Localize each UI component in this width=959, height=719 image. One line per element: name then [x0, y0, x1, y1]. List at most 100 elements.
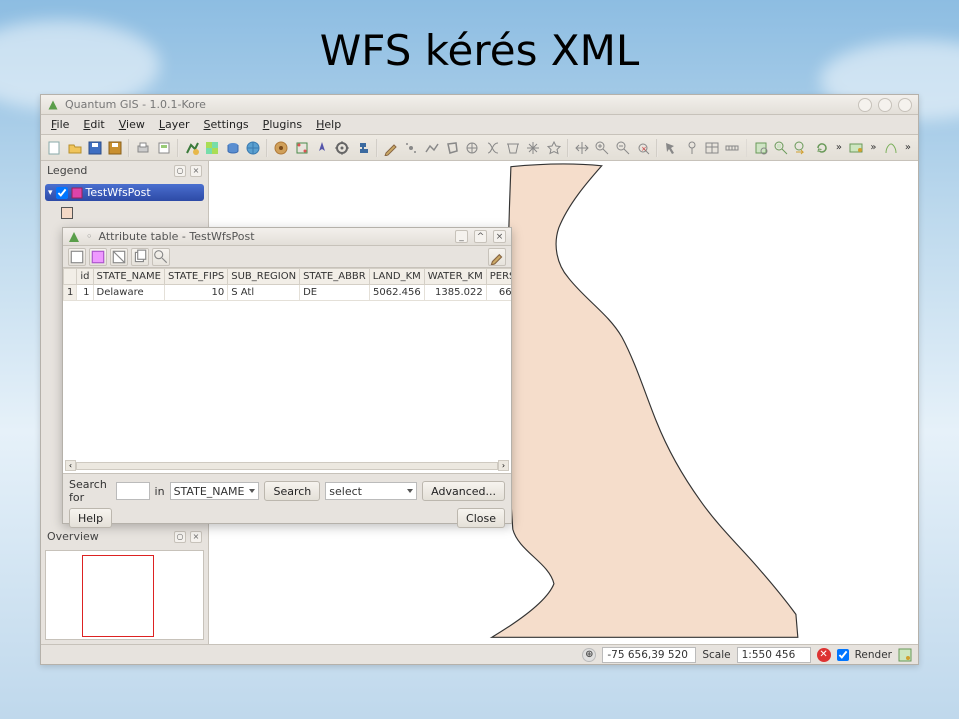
wfs-plugin-icon[interactable] — [847, 138, 865, 158]
overview-extent-rect[interactable] — [82, 555, 154, 637]
attr-h-scrollbar[interactable]: ‹ › — [65, 460, 509, 471]
layer-collapse-icon[interactable]: ▾ — [48, 188, 53, 198]
attribute-table-grid[interactable]: id STATE_NAME STATE_FIPS SUB_REGION STAT… — [63, 268, 511, 473]
search-field-select[interactable]: STATE_NAME — [170, 482, 260, 500]
save-as-icon[interactable] — [106, 138, 124, 158]
toolbar-overflow[interactable]: » — [833, 142, 845, 153]
gps-icon[interactable] — [313, 138, 331, 158]
save-project-icon[interactable] — [86, 138, 104, 158]
delete-feature-icon[interactable] — [504, 138, 522, 158]
advanced-button[interactable]: Advanced... — [422, 481, 505, 501]
open-project-icon[interactable] — [65, 138, 83, 158]
zoom-out-icon[interactable] — [614, 138, 632, 158]
attr-copy-icon[interactable] — [131, 248, 149, 266]
add-postgis-icon[interactable] — [224, 138, 242, 158]
capture-polygon-icon[interactable] — [443, 138, 461, 158]
add-wms-icon[interactable] — [244, 138, 262, 158]
zoom-in-icon[interactable] — [593, 138, 611, 158]
layer-visibility-checkbox[interactable] — [56, 187, 68, 199]
add-vector-icon[interactable] — [183, 138, 201, 158]
menu-layer[interactable]: Layer — [153, 116, 196, 133]
crs-button-icon[interactable] — [898, 648, 912, 662]
search-mode-select[interactable]: select — [325, 482, 417, 500]
scroll-right-icon[interactable]: › — [498, 460, 509, 471]
print-icon[interactable] — [134, 138, 152, 158]
overview-close-button[interactable]: × — [190, 531, 202, 543]
grass-icon[interactable] — [881, 138, 899, 158]
close-button[interactable] — [898, 98, 912, 112]
add-wfs-icon[interactable] — [272, 138, 290, 158]
attr-invert-selection-icon[interactable] — [110, 248, 128, 266]
cell-rownum: 1 — [64, 285, 77, 301]
window-titlebar[interactable]: Quantum GIS - 1.0.1-Kore — [41, 95, 918, 115]
table-row[interactable]: 1 1 Delaware 10 S Atl DE 5062.456 1385.0… — [64, 285, 512, 301]
attr-move-to-top-icon[interactable] — [89, 248, 107, 266]
minimize-button[interactable] — [858, 98, 872, 112]
attr-edit-toggle-icon[interactable] — [488, 248, 506, 266]
table-icon[interactable] — [703, 138, 721, 158]
col-state-name[interactable]: STATE_NAME — [93, 269, 164, 285]
plugin-icon[interactable] — [333, 138, 351, 158]
measure-icon[interactable] — [723, 138, 741, 158]
col-persons[interactable]: PERSONS — [486, 269, 511, 285]
python-icon[interactable] — [354, 138, 372, 158]
col-state-fips[interactable]: STATE_FIPS — [164, 269, 227, 285]
capture-point-icon[interactable] — [402, 138, 420, 158]
zoom-last-icon[interactable] — [792, 138, 810, 158]
toolbar-overflow-2[interactable]: » — [867, 142, 879, 153]
add-raster-icon[interactable] — [203, 138, 221, 158]
identify-icon[interactable] — [682, 138, 700, 158]
attr-close-button[interactable]: × — [493, 230, 506, 243]
refresh-icon[interactable] — [812, 138, 830, 158]
menu-help[interactable]: Help — [310, 116, 347, 133]
pan-icon[interactable] — [573, 138, 591, 158]
cut-icon[interactable] — [524, 138, 542, 158]
select-icon[interactable] — [662, 138, 680, 158]
attr-minimize-button[interactable]: _ — [455, 230, 468, 243]
legend-collapse-button[interactable]: ○ — [174, 165, 186, 177]
col-sub-region[interactable]: SUB_REGION — [228, 269, 300, 285]
maximize-button[interactable] — [878, 98, 892, 112]
search-button[interactable]: Search — [264, 481, 320, 501]
attr-zoom-selected-icon[interactable] — [152, 248, 170, 266]
menu-edit[interactable]: Edit — [77, 116, 110, 133]
overview-collapse-button[interactable]: ○ — [174, 531, 186, 543]
col-id[interactable]: id — [77, 269, 93, 285]
scale-field[interactable]: 1:550 456 — [737, 647, 811, 663]
menu-view[interactable]: View — [113, 116, 151, 133]
scroll-left-icon[interactable]: ‹ — [65, 460, 76, 471]
copy-icon[interactable] — [545, 138, 563, 158]
new-project-icon[interactable] — [45, 138, 63, 158]
menu-plugins[interactable]: Plugins — [257, 116, 308, 133]
col-state-abbr[interactable]: STATE_ABBR — [300, 269, 370, 285]
help-button[interactable]: Help — [69, 508, 112, 528]
edit-toggle-icon[interactable] — [382, 138, 400, 158]
attribute-table-titlebar[interactable]: ◦ Attribute table - TestWfsPost _ ^ × — [63, 228, 511, 246]
render-checkbox[interactable] — [837, 649, 849, 661]
menu-settings[interactable]: Settings — [198, 116, 255, 133]
georef-icon[interactable] — [292, 138, 310, 158]
col-rownum[interactable] — [64, 269, 77, 285]
stop-render-button[interactable]: ✕ — [817, 648, 831, 662]
col-water-km[interactable]: WATER_KM — [424, 269, 486, 285]
projection-status-icon[interactable]: ⊕ — [582, 648, 596, 662]
overview-map[interactable] — [45, 550, 204, 640]
attr-remove-selection-icon[interactable] — [68, 248, 86, 266]
zoom-full-icon[interactable]: × — [634, 138, 652, 158]
coordinates-field[interactable]: -75 656,39 520 — [602, 647, 696, 663]
zoom-selection-icon[interactable] — [772, 138, 790, 158]
search-value-input[interactable] — [116, 482, 150, 500]
toolbar-overflow-3[interactable]: » — [902, 142, 914, 153]
split-feature-icon[interactable] — [484, 138, 502, 158]
menu-file[interactable]: File — [45, 116, 75, 133]
cell-sub-region: S Atl — [228, 285, 300, 301]
composer-icon[interactable] — [155, 138, 173, 158]
attr-maximize-button[interactable]: ^ — [474, 230, 487, 243]
move-feature-icon[interactable] — [463, 138, 481, 158]
close-dialog-button[interactable]: Close — [457, 508, 505, 528]
col-land-km[interactable]: LAND_KM — [369, 269, 424, 285]
legend-close-button[interactable]: × — [190, 165, 202, 177]
zoom-layer-icon[interactable] — [751, 138, 769, 158]
layer-item-testwfspost[interactable]: ▾ TestWfsPost — [45, 184, 204, 201]
capture-line-icon[interactable] — [422, 138, 440, 158]
